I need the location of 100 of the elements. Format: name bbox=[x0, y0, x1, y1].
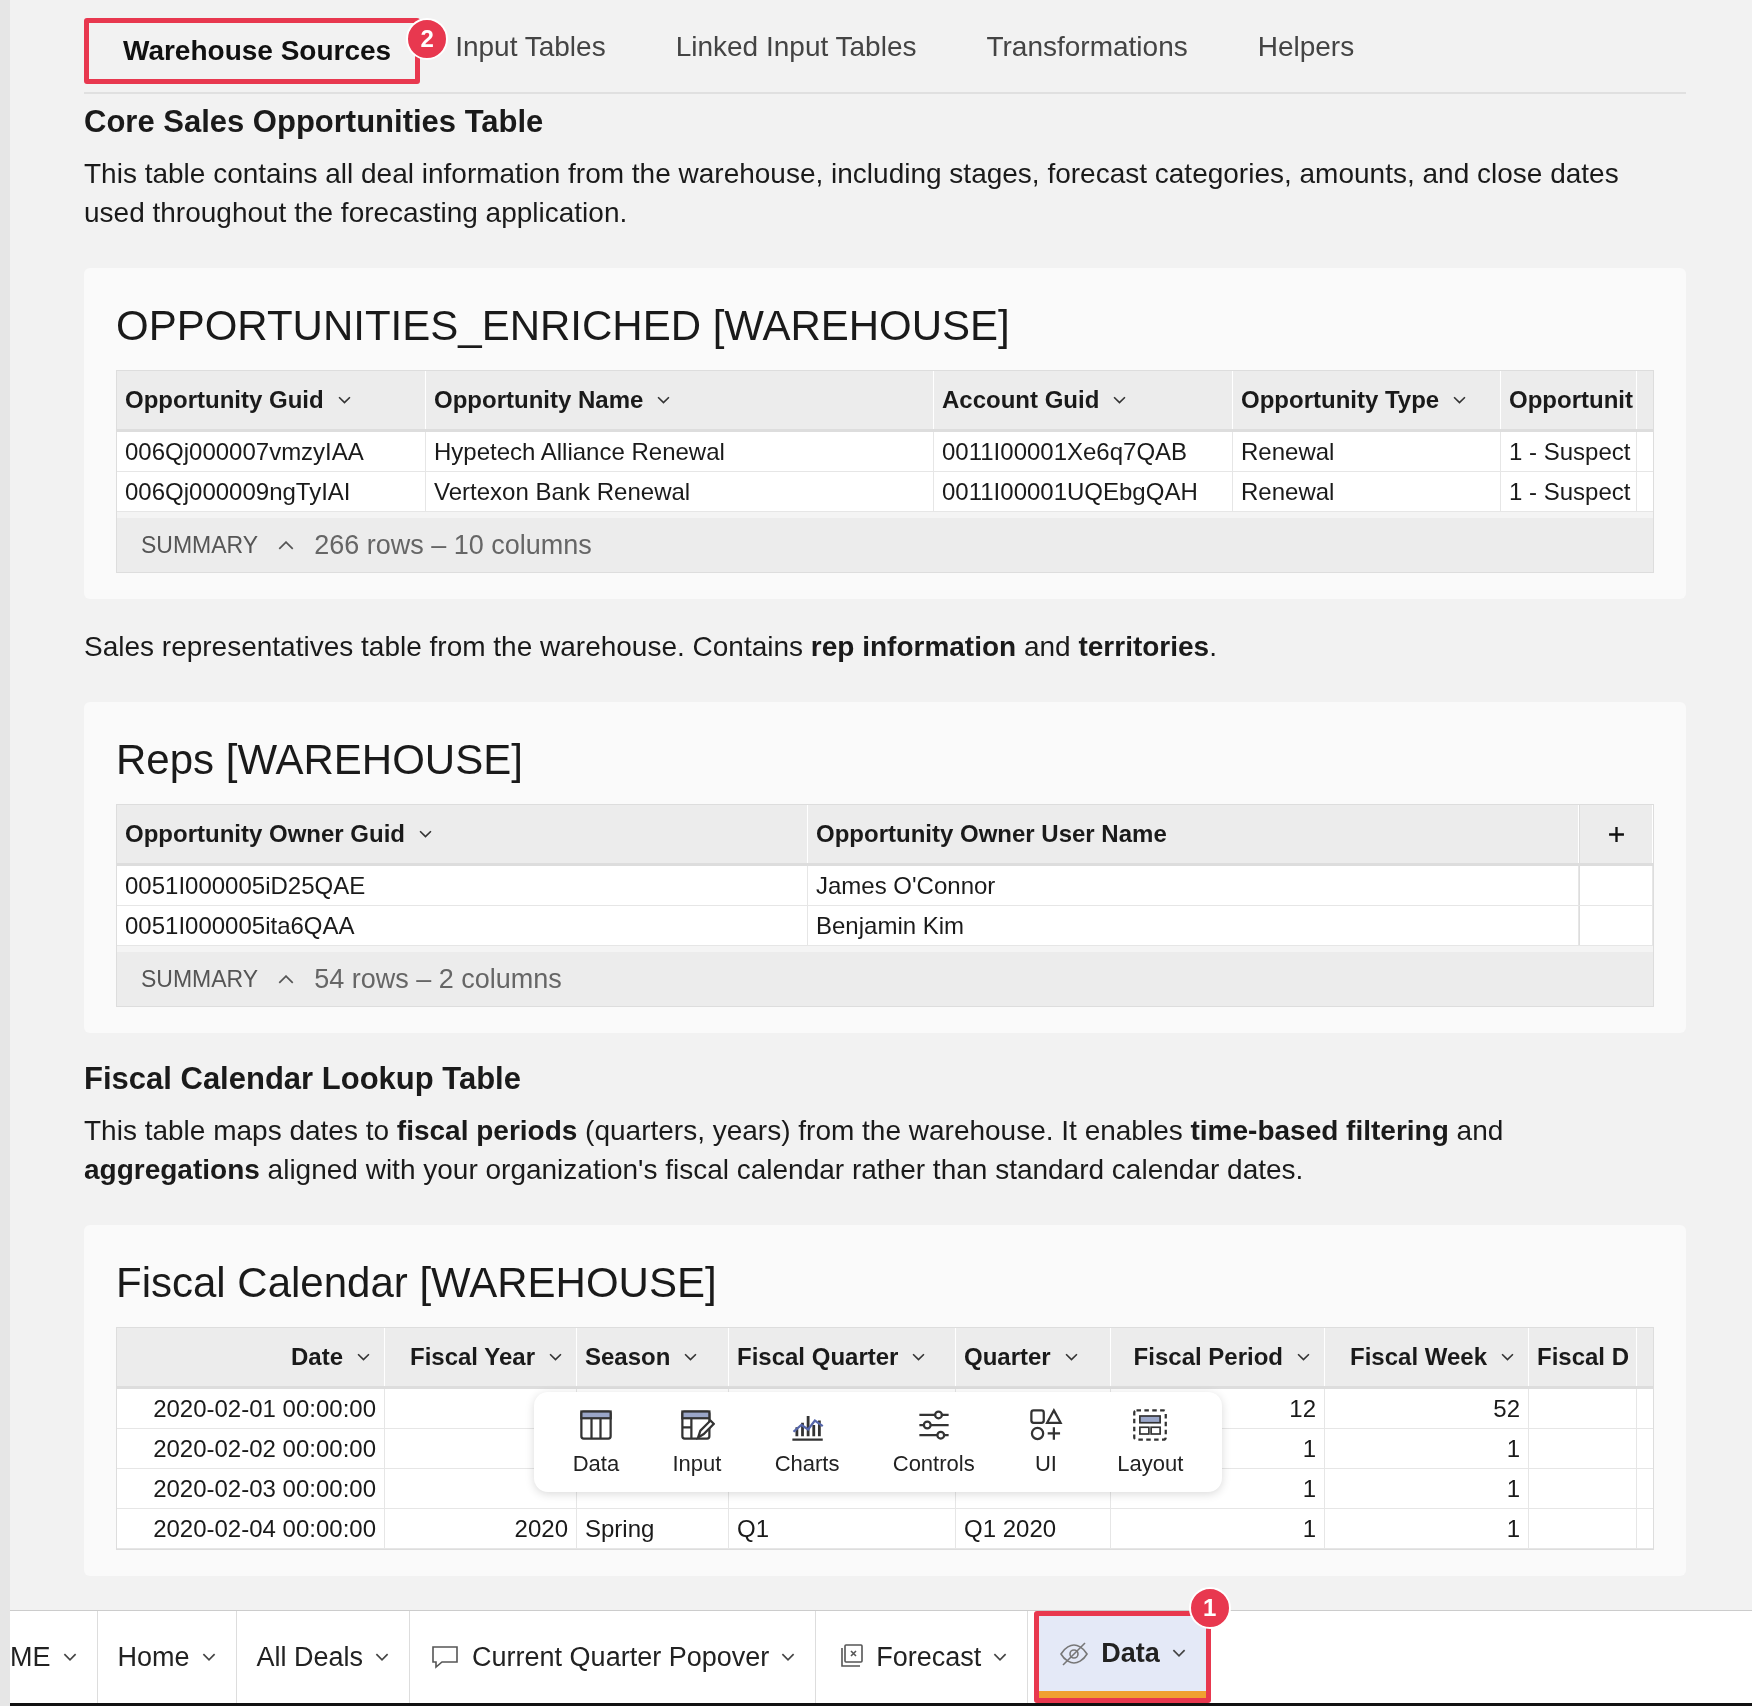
table-cell: 1 - Suspect bbox=[1509, 437, 1631, 466]
add-element-button[interactable]: UI bbox=[1021, 1403, 1070, 1481]
table-cell: 2020-02-01 00:00:00 bbox=[153, 1394, 376, 1423]
chevron-down-icon bbox=[1501, 1352, 1514, 1362]
table-cell: Q1 bbox=[737, 1514, 769, 1543]
column-header[interactable]: Opportunity Type bbox=[1233, 371, 1501, 429]
caret-up-icon[interactable] bbox=[278, 540, 295, 550]
chevron-down-icon bbox=[1171, 1649, 1186, 1658]
table-cell: Benjamin Kim bbox=[816, 911, 965, 940]
column-header[interactable]: Fiscal Period bbox=[1111, 1328, 1325, 1386]
column-header[interactable]: Account Guid bbox=[934, 371, 1233, 429]
tab[interactable]: Warehouse Sources bbox=[99, 23, 406, 79]
chevron-down-icon bbox=[1113, 395, 1127, 405]
chevron-down-icon bbox=[1064, 1352, 1078, 1362]
column-header[interactable]: Opportunity Owner User Name bbox=[808, 805, 1579, 863]
page-tab[interactable]: Data bbox=[1039, 1616, 1206, 1698]
column-header[interactable]: Date bbox=[117, 1328, 385, 1386]
chevron-down-icon bbox=[549, 1352, 562, 1362]
table-cell: 2020-02-03 00:00:00 bbox=[153, 1474, 376, 1503]
chevron-down-icon bbox=[912, 1352, 926, 1362]
section-description: This table maps dates to fiscal periods (quarters, years) from the warehouse. It enables time-based filtering and aggregations aligned with your organization's fiscal calendar rather than standard calendar dates. bbox=[84, 1114, 1505, 1187]
table-cell: 0011I00001Xe6q7QAB bbox=[942, 437, 1188, 466]
plus-icon bbox=[1607, 825, 1625, 843]
column-header[interactable]: Fiscal Week bbox=[1325, 1328, 1529, 1386]
column-header[interactable]: Fiscal Quarter bbox=[729, 1328, 956, 1386]
table-cell: 1 bbox=[1506, 1514, 1520, 1543]
table-icon bbox=[577, 1407, 614, 1443]
chevron-down-icon bbox=[201, 1652, 216, 1662]
summary-label: SUMMARY bbox=[141, 965, 259, 993]
column-header[interactable]: Opportunity Name bbox=[426, 371, 934, 429]
table-cell: Q1 2020 bbox=[964, 1514, 1057, 1543]
page-tab[interactable]: Current Quarter Popover bbox=[410, 1611, 817, 1703]
table-title: OPPORTUNITIES_ENRICHED [WAREHOUSE] bbox=[116, 302, 1011, 350]
summary-count: 266 rows – 10 columns bbox=[314, 529, 592, 561]
table-cell: 1 bbox=[1506, 1434, 1520, 1463]
page-tab[interactable]: Home bbox=[97, 1611, 237, 1703]
page-tab[interactable]: ME bbox=[10, 1611, 98, 1703]
chevron-down-icon bbox=[657, 395, 671, 405]
section-description: Sales representatives table from the warehouse. Contains rep information and territories. bbox=[84, 630, 1218, 664]
chevron-down-icon bbox=[781, 1652, 796, 1662]
table-cell: 006Qj000007vmzyIAA bbox=[125, 437, 364, 466]
table-cell: 1 bbox=[1302, 1434, 1316, 1463]
table-cell: 2020-02-04 00:00:00 bbox=[153, 1514, 376, 1543]
chevron-down-icon bbox=[419, 829, 432, 839]
table-cell: 52 bbox=[1493, 1394, 1520, 1423]
table-edit-icon bbox=[678, 1407, 715, 1443]
chevron-down-icon bbox=[1297, 1352, 1310, 1362]
chevron-down-icon bbox=[62, 1652, 77, 1662]
column-header[interactable]: Opportunity Guid bbox=[117, 371, 426, 429]
page-tab[interactable]: All Deals bbox=[236, 1611, 411, 1703]
column-header[interactable]: Quarter bbox=[956, 1328, 1111, 1386]
chevron-down-icon bbox=[357, 1352, 370, 1362]
column-header[interactable]: Season bbox=[577, 1328, 729, 1386]
table-cell: Vertexon Bank Renewal bbox=[434, 477, 691, 506]
table-cell: Renewal bbox=[1241, 477, 1335, 506]
summary-count: 54 rows – 2 columns bbox=[314, 963, 562, 995]
column-header[interactable]: Fiscal Year bbox=[385, 1328, 577, 1386]
section-heading: Core Sales Opportunities Table bbox=[84, 104, 545, 140]
table-cell: 0051I000005ita6QAA bbox=[125, 911, 355, 940]
table-cell: 006Qj000009ngTyIAI bbox=[125, 477, 351, 506]
chevron-down-icon bbox=[375, 1652, 390, 1662]
shapes-icon bbox=[1027, 1407, 1064, 1443]
chevron-down-icon bbox=[337, 395, 351, 405]
add-element-button[interactable]: Charts bbox=[768, 1403, 846, 1481]
tab[interactable]: Transformations bbox=[951, 11, 1223, 92]
add-element-button[interactable]: Data bbox=[566, 1403, 626, 1481]
table-cell: 0051I000005iD25QAE bbox=[125, 871, 366, 900]
column-header[interactable]: Fiscal D bbox=[1529, 1328, 1637, 1386]
layout-icon bbox=[1132, 1407, 1169, 1443]
caret-up-icon[interactable] bbox=[278, 974, 295, 984]
add-element-button[interactable]: Layout bbox=[1111, 1403, 1190, 1481]
table-cell: Renewal bbox=[1241, 437, 1335, 466]
table-cell: Spring bbox=[585, 1514, 655, 1543]
table-cell: 1 bbox=[1506, 1474, 1520, 1503]
step-badge: 2 bbox=[406, 18, 449, 60]
column-header[interactable]: Opportunit bbox=[1501, 371, 1637, 429]
table-cell: 1 - Suspect bbox=[1509, 477, 1631, 506]
tab[interactable]: Linked Input Tables bbox=[640, 11, 952, 92]
table-cell: Hypetech Alliance Renewal bbox=[434, 437, 725, 466]
tab[interactable]: Helpers bbox=[1222, 11, 1390, 92]
table-cell: 1 bbox=[1302, 1474, 1316, 1503]
table-cell: 12 bbox=[1289, 1394, 1316, 1423]
chevron-down-icon bbox=[684, 1352, 698, 1362]
table-title: Fiscal Calendar [WAREHOUSE] bbox=[116, 1259, 718, 1307]
table-cell: 2020 bbox=[514, 1514, 568, 1543]
column-header[interactable]: Opportunity Owner Guid bbox=[117, 805, 808, 863]
table-cell: 0011I00001UQEbgQAH bbox=[942, 477, 1198, 506]
add-element-button[interactable]: Input bbox=[666, 1403, 728, 1481]
chevron-down-icon bbox=[1453, 395, 1467, 405]
eye-off-icon bbox=[1059, 1640, 1090, 1667]
page-tab[interactable]: Forecast bbox=[816, 1611, 1029, 1703]
add-element-button[interactable]: Controls bbox=[886, 1403, 981, 1481]
summary-label: SUMMARY bbox=[141, 531, 259, 559]
table-title: Reps [WAREHOUSE] bbox=[116, 736, 524, 784]
speech-bubble-icon bbox=[430, 1644, 461, 1670]
table-cell: 1 bbox=[1302, 1514, 1316, 1543]
section-description: This table contains all deal information from the warehouse, including stages, forecast categories, amounts, and close dates used throughout the forecasting application. bbox=[84, 157, 1620, 230]
table-cell: 2020-02-02 00:00:00 bbox=[153, 1434, 376, 1463]
chevron-down-icon bbox=[993, 1652, 1008, 1662]
table-cell: James O'Connor bbox=[816, 871, 996, 900]
